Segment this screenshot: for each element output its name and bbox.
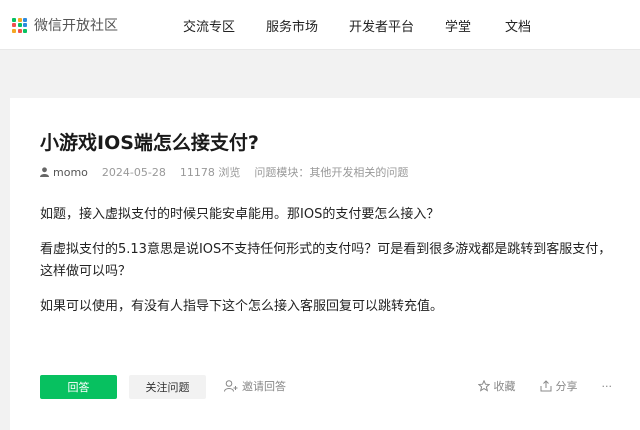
view-count: 11178 浏览 xyxy=(179,166,241,179)
post-date: 2024-05-28 xyxy=(101,165,166,179)
question-title: 小游戏IOS端怎么接支付? xyxy=(40,132,259,154)
secondary-actions: 收藏 分享 ··· xyxy=(454,378,613,394)
nav-community[interactable]: 交流专区 xyxy=(183,0,235,50)
nav-academy[interactable]: 学堂 xyxy=(445,0,471,50)
author-name: momo xyxy=(53,165,88,179)
top-header: 微信开放社区 交流专区 服务市场 开发者平台 学堂 文档 xyxy=(0,0,640,50)
nav-service-market[interactable]: 服务市场 xyxy=(266,0,318,50)
share-button[interactable]: 分享 xyxy=(540,378,578,394)
body-paragraph: 看虚拟支付的5.13意思是说IOS不支持任何形式的支付吗？可是看到很多游戏都是跳… xyxy=(40,242,612,279)
star-icon xyxy=(477,380,490,392)
share-label: 分享 xyxy=(555,380,578,393)
site-logo[interactable]: 微信开放社区 xyxy=(12,15,118,35)
body-paragraph: 如果可以使用，有没有人指导下这个怎么接入客服回复可以跳转充值。 xyxy=(40,299,444,314)
question-card: 小游戏IOS端怎么接支付? momo 2024-05-28 11178 浏览 问… xyxy=(10,98,640,430)
logo-text: 微信开放社区 xyxy=(34,18,118,34)
user-icon xyxy=(40,167,49,177)
author-link[interactable]: momo xyxy=(40,166,88,179)
more-options-icon[interactable]: ··· xyxy=(602,380,613,393)
add-user-icon xyxy=(224,380,238,392)
body-paragraph: 如题，接入虚拟支付的时候只能安卓能用。那IOS的支付要怎么接入？ xyxy=(40,207,440,222)
question-module[interactable]: 问题模块：其他开发相关的问题 xyxy=(254,164,408,180)
invite-label: 邀请回答 xyxy=(242,380,286,393)
invite-answer-button[interactable]: 邀请回答 xyxy=(224,378,286,394)
nav-developer-platform[interactable]: 开发者平台 xyxy=(349,0,414,50)
action-bar: 回答 关注问题 邀请回答 收藏 分享 ··· xyxy=(40,375,612,399)
answer-button[interactable]: 回答 xyxy=(40,375,117,399)
collect-label: 收藏 xyxy=(493,380,516,393)
share-icon xyxy=(540,380,551,392)
follow-question-button[interactable]: 关注问题 xyxy=(129,375,206,399)
question-meta: momo 2024-05-28 11178 浏览 问题模块：其他开发相关的问题 xyxy=(40,164,408,180)
logo-icon xyxy=(12,17,27,33)
nav-docs[interactable]: 文档 xyxy=(505,0,531,50)
question-body: 如题，接入虚拟支付的时候只能安卓能用。那IOS的支付要怎么接入？ 看虚拟支付的5… xyxy=(40,204,612,331)
collect-button[interactable]: 收藏 xyxy=(477,378,516,394)
